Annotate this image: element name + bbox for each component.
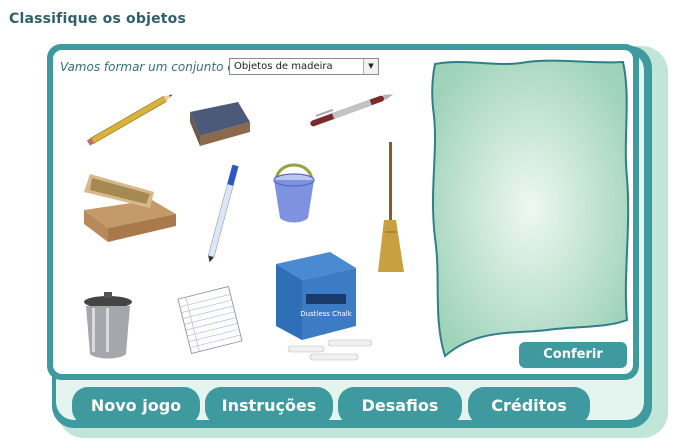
- select-value: Objetos de madeira: [234, 61, 333, 72]
- tab-desafios[interactable]: Desafios: [338, 387, 462, 425]
- tab-instrucoes[interactable]: Instruções: [205, 387, 333, 425]
- tab-novo-jogo[interactable]: Novo jogo: [72, 387, 200, 425]
- page-title: Classifique os objetos: [9, 11, 187, 27]
- tab-creditos[interactable]: Créditos: [468, 387, 590, 425]
- pencil-icon[interactable]: [80, 88, 180, 150]
- set-type-select[interactable]: Objetos de madeira ▼: [229, 58, 379, 75]
- chalk-box-icon[interactable]: Dustless Chalk: [270, 248, 382, 366]
- pen-icon[interactable]: [302, 86, 398, 134]
- notebook-paper-icon[interactable]: [174, 284, 246, 356]
- conferir-button[interactable]: Conferir: [519, 342, 627, 368]
- chevron-down-icon[interactable]: ▼: [363, 59, 378, 74]
- ballpoint-pen-icon[interactable]: [206, 160, 240, 264]
- plastic-bucket-icon[interactable]: [268, 154, 320, 226]
- prompt-label: Vamos formar um conjunto de: [60, 60, 243, 74]
- sandpaper-block-icon[interactable]: [80, 170, 180, 242]
- metal-trash-can-icon[interactable]: [80, 292, 136, 360]
- eraser-icon[interactable]: [186, 96, 254, 148]
- chalk-box-brand: Dustless Chalk: [300, 310, 353, 318]
- set-drop-area[interactable]: [427, 58, 631, 358]
